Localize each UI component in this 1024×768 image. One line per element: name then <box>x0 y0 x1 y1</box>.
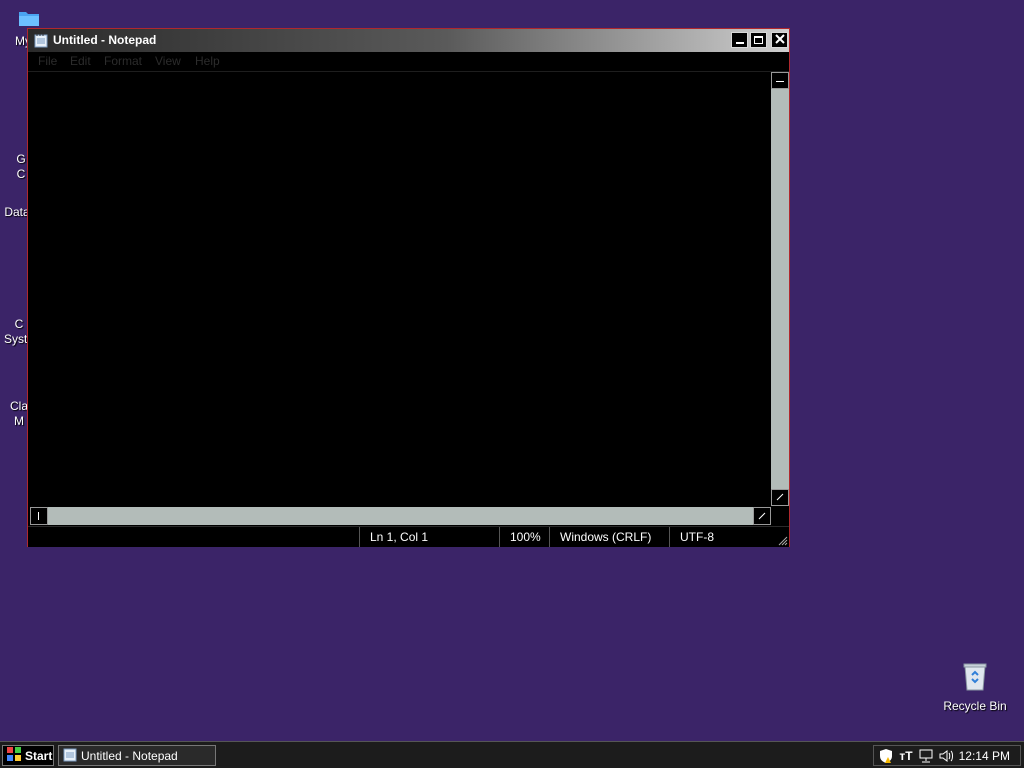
window-title: Untitled - Notepad <box>53 33 157 47</box>
taskbar-item-label: Untitled - Notepad <box>81 748 178 763</box>
network-icon[interactable] <box>918 748 934 764</box>
scroll-corner <box>771 507 789 525</box>
scroll-left-button[interactable] <box>30 507 48 525</box>
scroll-down-icon <box>776 493 784 501</box>
status-zoom: 100% <box>499 527 548 547</box>
notepad-window[interactable]: Untitled - Notepad File Edit Format View… <box>27 28 790 547</box>
taskbar-item-notepad[interactable]: Untitled - Notepad <box>58 745 216 766</box>
recycle-bin-label: Recycle Bin <box>943 699 1007 713</box>
menu-bar: File Edit Format View Help <box>28 52 789 72</box>
text-editor[interactable] <box>30 72 771 506</box>
language-icon[interactable]: ᴛT <box>898 748 914 764</box>
minimize-button[interactable] <box>731 32 748 48</box>
horizontal-scrollbar[interactable] <box>30 507 771 525</box>
volume-icon[interactable] <box>938 748 954 764</box>
security-shield-icon[interactable] <box>878 748 894 764</box>
scroll-down-button[interactable] <box>771 489 789 506</box>
windows-logo-icon <box>7 747 21 764</box>
resize-grip-icon[interactable] <box>776 534 788 546</box>
vertical-scrollbar[interactable] <box>771 72 789 506</box>
menu-help[interactable]: Help <box>195 54 220 68</box>
status-line-endings: Windows (CRLF) <box>549 527 668 547</box>
scroll-right-icon <box>758 512 766 520</box>
clock[interactable]: 12:14 PM <box>959 749 1020 763</box>
notepad-icon <box>34 33 48 48</box>
scroll-up-button[interactable] <box>771 72 789 89</box>
scroll-right-button[interactable] <box>753 507 771 525</box>
minimize-icon <box>735 42 744 44</box>
title-bar[interactable]: Untitled - Notepad <box>28 29 789 52</box>
notepad-icon <box>63 747 77 765</box>
desktop-icon-recycle-bin[interactable]: Recycle Bin <box>940 662 1010 713</box>
scroll-left-icon <box>38 512 39 520</box>
start-label: Start <box>25 748 53 763</box>
close-button[interactable] <box>771 32 788 48</box>
menu-file[interactable]: File <box>38 54 57 68</box>
menu-edit[interactable]: Edit <box>70 54 91 68</box>
maximize-icon <box>754 36 763 44</box>
scroll-up-icon <box>776 81 784 82</box>
status-position: Ln 1, Col 1 <box>359 527 498 547</box>
system-tray: ᴛT 12:14 PM <box>873 745 1021 766</box>
menu-view[interactable]: View <box>155 54 181 68</box>
status-bar: Ln 1, Col 1 100% Windows (CRLF) UTF-8 <box>28 526 789 547</box>
taskbar: Start Untitled - Notepad ᴛT 12:14 PM <box>0 741 1024 768</box>
maximize-button[interactable] <box>750 32 767 48</box>
close-icon <box>774 33 785 47</box>
menu-format[interactable]: Format <box>104 54 142 68</box>
recycle-bin-icon <box>961 662 989 695</box>
status-encoding: UTF-8 <box>669 527 770 547</box>
start-button[interactable]: Start <box>2 745 54 766</box>
